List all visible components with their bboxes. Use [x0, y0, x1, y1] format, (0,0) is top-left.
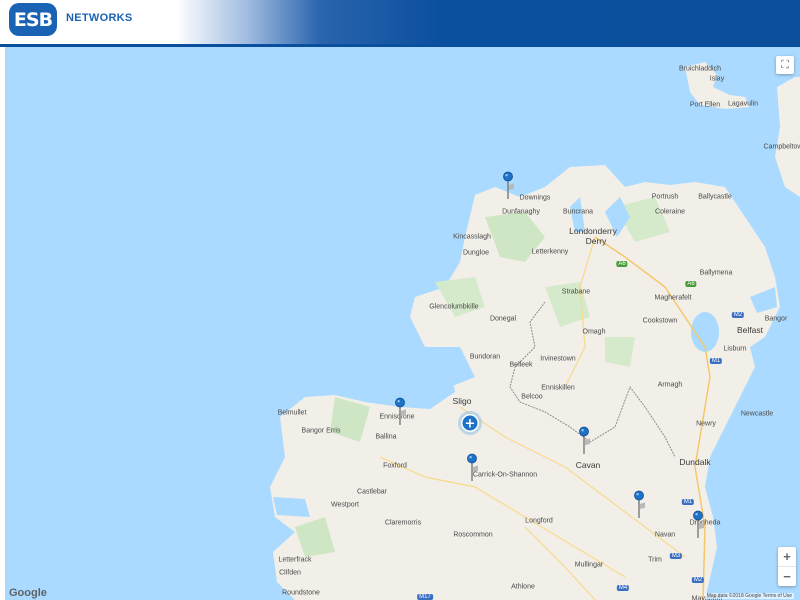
road-marker: M2	[731, 312, 745, 318]
place-label: Claremorris	[384, 519, 422, 527]
place-label: Coleraine	[655, 208, 685, 216]
place-label: Belmullet	[277, 409, 307, 417]
place-label: Belfast	[737, 325, 763, 335]
place-label: Donegal	[489, 315, 517, 323]
place-label: Clifden	[279, 569, 301, 577]
place-label: Belleek	[509, 361, 533, 369]
road-marker: A6	[616, 261, 628, 267]
fullscreen-button[interactable]: ⛶	[776, 56, 794, 74]
place-label: Newcastle	[740, 410, 774, 418]
place-label: Roundstone	[282, 589, 320, 597]
place-label: Dungloe	[462, 249, 490, 257]
map-view[interactable]: Bruichladdich Islay Port Ellen Lagavulin Cam…	[5, 47, 800, 600]
place-label: Campbeltow	[763, 143, 800, 151]
road-marker: M1	[709, 358, 723, 364]
place-label: Castlebar	[357, 488, 387, 496]
place-label: Derry	[585, 236, 607, 246]
place-label: Sligo	[452, 396, 472, 406]
road-marker: M1	[681, 499, 695, 505]
place-label: Ballycastle	[698, 193, 732, 201]
place-label: Bangor	[764, 315, 788, 323]
map-pin-icon[interactable]	[633, 490, 645, 520]
place-label: Newry	[696, 420, 716, 428]
map-pin-icon[interactable]	[692, 510, 704, 540]
cluster-marker-label: +	[465, 417, 476, 432]
place-label: Londonderry	[569, 226, 617, 236]
header-bar: ESB NETWORKS	[0, 0, 800, 44]
place-label: Belcoo	[521, 393, 543, 401]
place-label: Strabane	[561, 288, 591, 296]
place-label: Athlone	[511, 583, 535, 591]
brand-name: NETWORKS	[66, 12, 133, 24]
place-label: Irvinestown	[540, 355, 576, 363]
place-label: Cookstown	[642, 317, 678, 325]
cluster-marker[interactable]: +	[457, 410, 483, 436]
road-marker: M4	[616, 585, 630, 591]
zoom-out-button[interactable]: −	[778, 567, 796, 586]
map-pin-icon[interactable]	[394, 397, 406, 427]
map-land	[270, 62, 800, 600]
place-label: Glencolumbkille	[429, 303, 479, 311]
road-marker: M2	[691, 577, 705, 583]
place-label: Port Ellen	[689, 101, 721, 109]
map-attribution[interactable]: Map data ©2018 Google Terms of Use	[704, 593, 794, 599]
place-label: Ballymena	[699, 269, 733, 277]
place-label: Bundoran	[469, 353, 501, 361]
place-label: Islay	[709, 75, 725, 83]
map-pin-icon[interactable]	[466, 453, 478, 483]
place-label: Kincasslagh	[453, 233, 491, 241]
place-label: Lagavulin	[728, 100, 758, 108]
place-label: Letterfrack	[278, 556, 312, 564]
place-label: Omagh	[582, 328, 606, 336]
place-label: Navan	[654, 531, 676, 539]
zoom-control: + −	[778, 547, 796, 586]
google-logo[interactable]: Google	[9, 587, 47, 599]
place-label: Ballina	[375, 433, 397, 441]
place-label: Enniskillen	[541, 384, 575, 392]
place-label: Roscommon	[453, 531, 493, 539]
place-label: Cavan	[575, 460, 601, 470]
place-label: Buncrana	[563, 208, 593, 216]
esb-logo[interactable]: ESB	[9, 3, 57, 36]
place-label: Trim	[648, 556, 662, 564]
zoom-in-button[interactable]: +	[778, 547, 796, 566]
road-marker: M3	[669, 553, 683, 559]
place-label: Portrush	[651, 193, 679, 201]
place-label: Bruichladdich	[678, 65, 722, 73]
map-pin-icon[interactable]	[578, 426, 590, 456]
place-label: Lisburn	[723, 345, 747, 353]
place-label: Dunfanaghy	[502, 208, 540, 216]
place-label: Downings	[519, 194, 551, 202]
map-pin-icon[interactable]	[502, 171, 514, 201]
place-label: Armagh	[657, 381, 683, 389]
road-marker: M17	[417, 594, 433, 600]
place-label: Magherafelt	[654, 294, 692, 302]
place-label: Mullingar	[574, 561, 604, 569]
place-label: Bangor Erris	[301, 427, 341, 435]
place-label: Letterkenny	[531, 248, 569, 256]
place-label: Longford	[525, 517, 553, 525]
road-marker: A6	[685, 281, 697, 287]
place-label: Foxford	[383, 462, 407, 470]
place-label: Carrick-On-Shannon	[472, 471, 538, 479]
place-label: Westport	[331, 501, 359, 509]
place-label: Dundalk	[679, 457, 711, 467]
